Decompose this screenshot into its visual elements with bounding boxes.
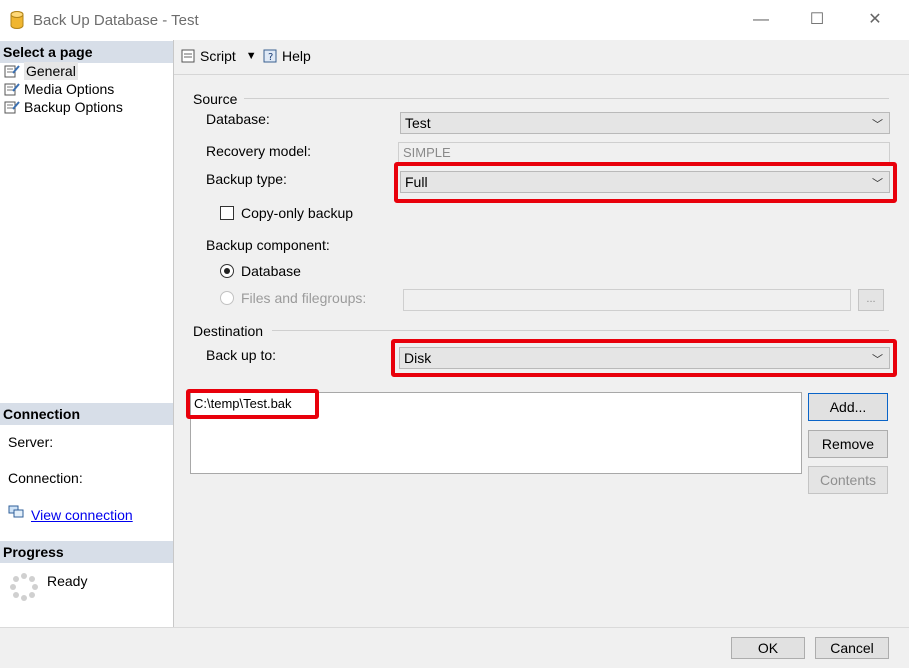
page-wrench-icon [4,83,20,96]
source-divider [244,98,889,99]
cancel-button[interactable]: Cancel [815,637,889,659]
files-browse-button[interactable]: ... [858,289,884,311]
page-wrench-icon [4,101,20,114]
select-page-header: Select a page [0,41,173,63]
contents-button[interactable]: Contents [808,466,888,494]
source-group-title: Source [193,91,238,107]
database-value: Test [405,115,431,131]
progress-spinner-icon [10,573,38,601]
page-item-backup-options[interactable]: Backup Options [4,98,123,116]
page-item-label: Backup Options [24,99,123,115]
close-button[interactable]: ✕ [860,8,890,32]
help-label: Help [282,48,311,64]
help-icon: ? [263,49,277,63]
component-database-radio[interactable] [220,264,234,278]
database-combo[interactable]: Test ﹀ [400,112,890,134]
component-files-radio[interactable] [220,291,234,305]
maximize-button[interactable]: ☐ [802,8,832,32]
script-icon [181,49,195,63]
copy-only-checkbox[interactable] [220,206,234,220]
script-label: Script [200,48,236,64]
component-files-label: Files and filegroups: [241,290,367,306]
database-icon [10,11,24,29]
help-button[interactable]: ? Help [263,48,311,64]
left-panel: Select a page General Media Options Back… [0,40,174,627]
ok-button[interactable]: OK [731,637,805,659]
backup-type-label: Backup type: [206,171,287,187]
progress-header: Progress [0,541,173,563]
dropdown-arrow-icon[interactable]: ▼ [246,50,257,62]
copy-only-label: Copy-only backup [241,205,354,221]
page-item-general[interactable]: General [4,62,78,80]
page-wrench-icon [4,65,20,78]
svg-text:?: ? [268,52,273,63]
component-database-label: Database [241,263,301,279]
footer-bar: OK Cancel [0,627,909,668]
back-up-to-label: Back up to: [206,347,277,363]
connection-icon [8,505,24,518]
chevron-down-icon: ﹀ [872,119,883,131]
database-label: Database: [206,111,270,127]
page-item-media-options[interactable]: Media Options [4,80,114,98]
backup-component-label: Backup component: [206,237,330,253]
recovery-model-field: SIMPLE [398,142,890,164]
progress-status: Ready [47,573,88,589]
destination-divider [272,330,889,331]
title-bar: Back Up Database - Test — ☐ ✕ [0,0,909,41]
view-connection-link[interactable]: View connection [31,507,133,523]
toolbar: Script ▼ ? Help [174,40,909,75]
page-item-label: General [24,62,78,80]
connection-header: Connection [0,403,173,425]
minimize-button[interactable]: — [746,8,776,32]
window-title: Back Up Database - Test [33,12,199,29]
script-button[interactable]: Script ▼ [181,48,257,64]
main-panel: Script ▼ ? Help Source Database: Test ﹀ … [174,40,909,627]
highlight-box [391,339,897,377]
connection-label: Connection: [8,470,83,486]
highlight-box [394,162,897,203]
page-item-label: Media Options [24,81,115,97]
files-filegroups-field [403,289,851,311]
recovery-model-label: Recovery model: [206,143,312,159]
destination-group-title: Destination [193,323,264,339]
highlight-box [186,389,319,419]
remove-button[interactable]: Remove [808,430,888,458]
server-label: Server: [8,434,54,450]
add-button[interactable]: Add... [808,393,888,421]
